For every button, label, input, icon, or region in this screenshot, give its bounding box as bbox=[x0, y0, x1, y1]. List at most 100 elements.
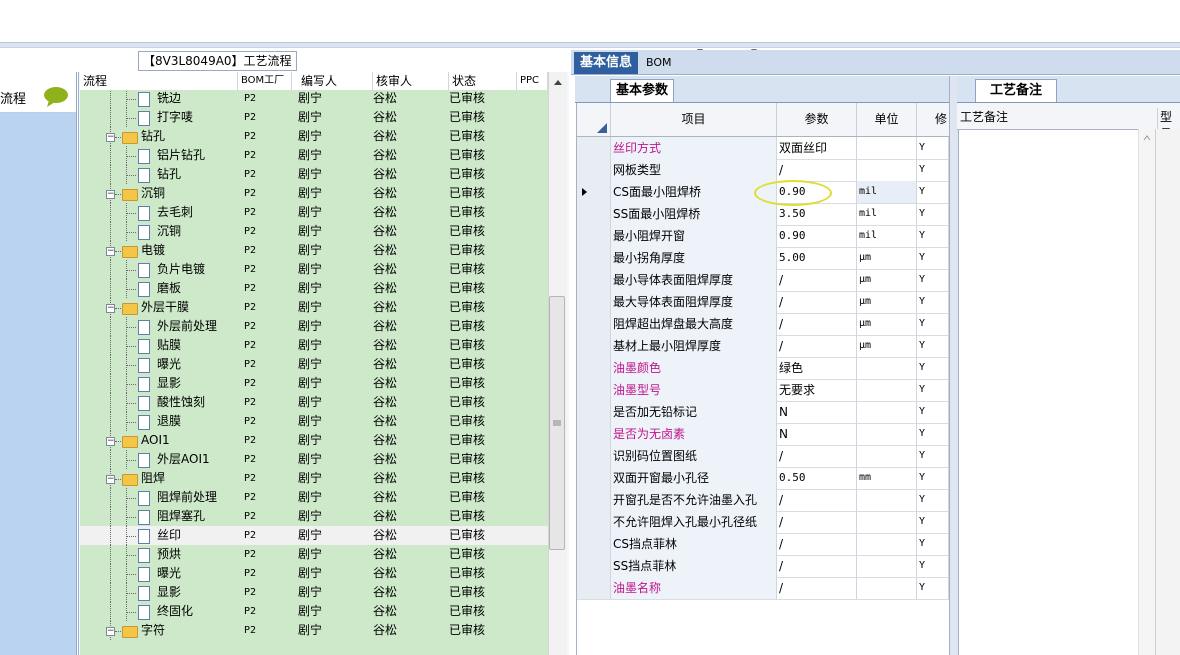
param-value-cell[interactable]: / bbox=[777, 313, 857, 335]
param-value-cell[interactable]: N bbox=[777, 401, 857, 423]
tree-row[interactable]: − 电镀 P2 剧宁 谷松 已审核 bbox=[80, 241, 548, 260]
grid-col-param[interactable]: 参数 bbox=[777, 103, 857, 136]
tab-process-remarks[interactable]: 工艺备注 bbox=[975, 79, 1057, 102]
tree-row[interactable]: 终固化 P2 剧宁 谷松 已审核 bbox=[80, 602, 548, 621]
tree-row[interactable]: 外层AOI1 P2 剧宁 谷松 已审核 bbox=[80, 450, 548, 469]
tree-row[interactable]: 负片电镀 P2 剧宁 谷松 已审核 bbox=[80, 260, 548, 279]
tree-row[interactable]: 阻焊塞孔 P2 剧宁 谷松 已审核 bbox=[80, 507, 548, 526]
param-value-cell[interactable]: / bbox=[777, 159, 857, 181]
grid-col-item[interactable]: 项目 bbox=[611, 103, 777, 136]
tree-row[interactable]: 磨板 P2 剧宁 谷松 已审核 bbox=[80, 279, 548, 298]
row-header[interactable] bbox=[577, 511, 611, 533]
collapse-toggle-icon[interactable]: − bbox=[106, 437, 115, 446]
row-header[interactable] bbox=[577, 225, 611, 247]
tree-col-bom[interactable]: BOM工厂 bbox=[238, 72, 292, 90]
param-value-cell[interactable]: 5.00 bbox=[777, 247, 857, 269]
row-header[interactable] bbox=[577, 159, 611, 181]
tab-basic-info[interactable]: 基本信息 bbox=[574, 52, 638, 74]
row-header[interactable] bbox=[577, 357, 611, 379]
tree-row[interactable]: 曝光 P2 剧宁 谷松 已审核 bbox=[80, 564, 548, 583]
row-header[interactable] bbox=[577, 467, 611, 489]
param-value-cell[interactable]: / bbox=[777, 489, 857, 511]
row-header[interactable] bbox=[577, 489, 611, 511]
params-row[interactable]: 不允许阻焊入孔最小孔径纸 / Y bbox=[577, 511, 949, 534]
tree-row[interactable]: 贴膜 P2 剧宁 谷松 已审核 bbox=[80, 336, 548, 355]
collapse-toggle-icon[interactable]: − bbox=[106, 304, 115, 313]
subtab-basic-params[interactable]: 基本参数 bbox=[610, 79, 674, 102]
row-header[interactable] bbox=[577, 269, 611, 291]
grid-col-unit[interactable]: 单位 bbox=[857, 103, 917, 136]
panel-splitter[interactable] bbox=[949, 76, 959, 655]
param-value-cell[interactable]: 0.50 bbox=[777, 467, 857, 489]
params-row[interactable]: SS面最小阻焊桥 3.50 mil Y bbox=[577, 203, 949, 226]
params-row[interactable]: 丝印方式 双面丝印 Y bbox=[577, 137, 949, 160]
param-value-cell[interactable]: / bbox=[777, 335, 857, 357]
row-header[interactable] bbox=[577, 533, 611, 555]
row-header[interactable] bbox=[577, 423, 611, 445]
tree-row[interactable]: 去毛刺 P2 剧宁 谷松 已审核 bbox=[80, 203, 548, 222]
param-value-cell[interactable]: 0.90 bbox=[777, 225, 857, 247]
params-row[interactable]: 是否为无卤素 N Y bbox=[577, 423, 949, 446]
tree-row[interactable]: 曝光 P2 剧宁 谷松 已审核 bbox=[80, 355, 548, 374]
tree-row[interactable]: 酸性蚀刻 P2 剧宁 谷松 已审核 bbox=[80, 393, 548, 412]
param-value-cell[interactable]: / bbox=[777, 555, 857, 577]
params-row[interactable]: 基材上最小阻焊厚度 / μm Y bbox=[577, 335, 949, 358]
tree-col-status[interactable]: 状态 bbox=[449, 72, 517, 90]
row-header[interactable] bbox=[577, 181, 611, 203]
row-header[interactable] bbox=[577, 445, 611, 467]
collapse-toggle-icon[interactable]: − bbox=[106, 190, 115, 199]
tree-row[interactable]: 丝印 P2 剧宁 谷松 已审核 bbox=[80, 526, 548, 545]
tree-row[interactable]: 外层前处理 P2 剧宁 谷松 已审核 bbox=[80, 317, 548, 336]
param-value-cell[interactable]: 无要求 bbox=[777, 379, 857, 401]
tree-col-ppc[interactable]: PPC bbox=[517, 72, 548, 90]
params-row[interactable]: 最小导体表面阻焊厚度 / μm Y bbox=[577, 269, 949, 292]
params-row[interactable]: 最小阻焊开窗 0.90 mil Y bbox=[577, 225, 949, 248]
collapse-toggle-icon[interactable]: − bbox=[106, 627, 115, 636]
tree-col-process[interactable]: 流程 bbox=[80, 72, 238, 90]
collapse-toggle-icon[interactable]: − bbox=[106, 133, 115, 142]
tree-row[interactable]: − AOI1 P2 剧宁 谷松 已审核 bbox=[80, 431, 548, 450]
param-value-cell[interactable]: / bbox=[777, 269, 857, 291]
row-header[interactable] bbox=[577, 291, 611, 313]
row-header[interactable] bbox=[577, 203, 611, 225]
tree-row[interactable]: 阻焊前处理 P2 剧宁 谷松 已审核 bbox=[80, 488, 548, 507]
tree-col-writer[interactable]: 编写人 bbox=[298, 72, 373, 90]
param-value-cell[interactable]: N bbox=[777, 423, 857, 445]
tree-row[interactable]: − 阻焊 P2 剧宁 谷松 已审核 bbox=[80, 469, 548, 488]
chat-bubble-icon[interactable] bbox=[43, 86, 69, 111]
remarks-scrollbar[interactable] bbox=[1138, 129, 1156, 655]
param-value-cell[interactable]: / bbox=[777, 577, 857, 599]
row-header[interactable] bbox=[577, 247, 611, 269]
tree-row[interactable]: − 沉铜 P2 剧宁 谷松 已审核 bbox=[80, 184, 548, 203]
row-header[interactable] bbox=[577, 379, 611, 401]
tree-row[interactable]: 钻孔 P2 剧宁 谷松 已审核 bbox=[80, 165, 548, 184]
tree-row[interactable]: 显影 P2 剧宁 谷松 已审核 bbox=[80, 583, 548, 602]
params-row[interactable]: 油墨型号 无要求 Y bbox=[577, 379, 949, 402]
row-header[interactable] bbox=[577, 555, 611, 577]
params-row[interactable]: 油墨名称 / Y bbox=[577, 577, 949, 600]
collapse-toggle-icon[interactable]: − bbox=[106, 475, 115, 484]
param-value-cell[interactable]: / bbox=[777, 445, 857, 467]
tree-row[interactable]: 铣边 P2 剧宁 谷松 已审核 bbox=[80, 90, 548, 108]
params-row[interactable]: 开窗孔是否不允许油墨入孔 / Y bbox=[577, 489, 949, 512]
tree-row[interactable]: − 字符 P2 剧宁 谷松 已审核 bbox=[80, 621, 548, 640]
tree-row[interactable]: 退膜 P2 剧宁 谷松 已审核 bbox=[80, 412, 548, 431]
tree-col-reviewer[interactable]: 核审人 bbox=[373, 72, 449, 90]
tree-scrollbar-thumb[interactable] bbox=[549, 296, 565, 550]
param-value-cell[interactable]: / bbox=[777, 291, 857, 313]
params-row[interactable]: 阻焊超出焊盘最大高度 / μm Y bbox=[577, 313, 949, 336]
row-header[interactable] bbox=[577, 313, 611, 335]
tree-row[interactable]: − 钻孔 P2 剧宁 谷松 已审核 bbox=[80, 127, 548, 146]
tree-row[interactable]: − 外层干膜 P2 剧宁 谷松 已审核 bbox=[80, 298, 548, 317]
params-row[interactable]: 识别码位置图纸 / Y bbox=[577, 445, 949, 468]
remarks-col-remarks[interactable]: 工艺备注 bbox=[960, 108, 1008, 125]
param-value-cell[interactable]: 双面丝印 bbox=[777, 137, 857, 159]
tree-row[interactable]: 铝片钻孔 P2 剧宁 谷松 已审核 bbox=[80, 146, 548, 165]
row-header[interactable] bbox=[577, 137, 611, 159]
tree-row[interactable]: 打字唛 P2 剧宁 谷松 已审核 bbox=[80, 108, 548, 127]
params-row[interactable]: CS挡点菲林 / Y bbox=[577, 533, 949, 556]
params-row[interactable]: 油墨颜色 绿色 Y bbox=[577, 357, 949, 380]
tree-row[interactable]: 预烘 P2 剧宁 谷松 已审核 bbox=[80, 545, 548, 564]
param-value-cell[interactable]: / bbox=[777, 533, 857, 555]
param-value-cell[interactable]: / bbox=[777, 511, 857, 533]
